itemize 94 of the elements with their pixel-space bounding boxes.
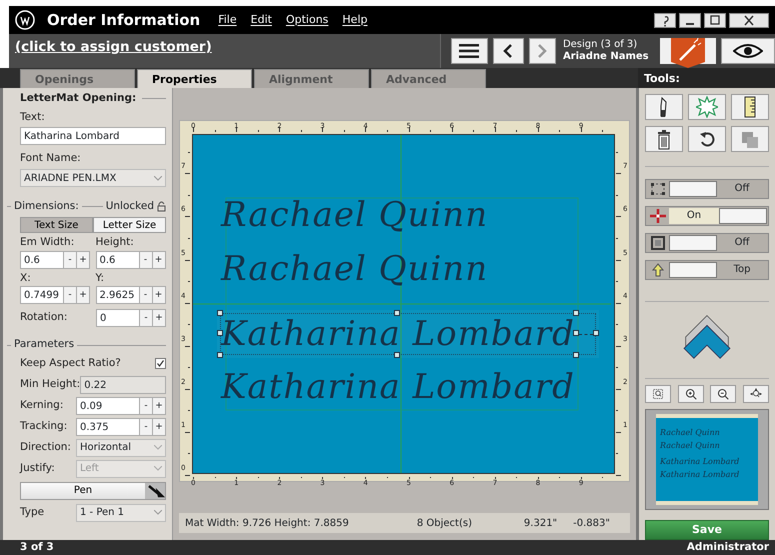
increment-button[interactable]: + [153, 309, 166, 328]
number-field: 0.22 [80, 376, 166, 394]
field-label: Keep Aspect Ratio? [20, 356, 121, 371]
decrement-button[interactable]: - [64, 250, 77, 268]
corners-icon [649, 180, 667, 196]
field-label: Text: [20, 110, 46, 124]
chevron-down-icon [154, 445, 162, 450]
preview-line: Katharina Lombard [660, 469, 740, 482]
pen-button[interactable]: Pen [20, 482, 166, 500]
text-line[interactable]: Katharina Lombard [217, 363, 599, 411]
number-field[interactable]: 0.375 [76, 418, 140, 436]
mat-preview[interactable]: Rachael Quinn Rachael Quinn Katharina Lombard Katharina Lombard [645, 409, 769, 510]
text-field[interactable]: Katharina Lombard [20, 127, 166, 146]
dropdown[interactable]: Horizontal [76, 438, 166, 457]
size-mode-toggle[interactable]: Text Size [20, 216, 93, 233]
cursor-y: -0.883" [573, 516, 610, 530]
number-field[interactable]: 2.9625 [96, 286, 140, 304]
field-label: Direction: [20, 440, 71, 455]
increment-button[interactable]: + [152, 250, 166, 268]
type-dropdown[interactable]: 1 - Pen 1 [76, 504, 166, 522]
field-label: Rotation: [20, 310, 68, 326]
field-label: Tracking: [20, 418, 68, 434]
cursor-x: 9.321" [524, 516, 558, 530]
field-label: Type [20, 504, 44, 520]
crosshair-icon [649, 208, 667, 224]
page-indicator: 3 of 3 [20, 540, 54, 555]
view-button[interactable] [721, 38, 775, 64]
field-label: X: [20, 270, 32, 286]
dropdown: Left [76, 460, 166, 478]
menu-item[interactable]: Options [286, 12, 328, 28]
menu-item[interactable]: Edit [250, 12, 272, 28]
decrement-button[interactable]: - [140, 418, 153, 436]
save-button[interactable]: Save [645, 520, 769, 540]
number-field[interactable]: 0.09 [76, 396, 140, 415]
field-label: Font Name: [20, 151, 82, 166]
eye-icon [733, 43, 764, 59]
decrement-button[interactable]: - [140, 286, 152, 304]
decrement-button[interactable]: - [140, 309, 153, 328]
number-field[interactable]: 0.6 [96, 250, 140, 268]
increment-button[interactable]: + [77, 250, 90, 268]
zoom-out-icon[interactable] [717, 386, 730, 402]
menu-icon [459, 44, 480, 58]
window-title: Order Information [47, 10, 200, 31]
font-dropdown[interactable]: ARIADNE PEN.LMX [20, 169, 166, 187]
chevron-left-icon [503, 44, 514, 58]
zoom-in-icon[interactable] [684, 386, 697, 402]
field-label: Y: [96, 270, 106, 286]
up-arrow-icon [649, 262, 667, 278]
size-mode-toggle[interactable]: Letter Size [93, 216, 166, 233]
menu-item[interactable]: File [218, 12, 237, 28]
increment-button[interactable]: + [153, 396, 166, 415]
field-label: Em Width: [20, 234, 76, 250]
field-label: Kerning: [20, 398, 64, 413]
field-label: Justify: [20, 460, 55, 476]
logo-icon [15, 10, 35, 30]
checkbox[interactable] [155, 358, 166, 370]
pen-tool-button[interactable] [660, 38, 716, 68]
menu-button[interactable] [451, 38, 488, 64]
user-name: Administrator [686, 540, 769, 555]
field-label: Height: [96, 234, 135, 250]
field-label: Min Height: [20, 376, 80, 392]
preview-line: Katharina Lombard [660, 456, 740, 468]
decrement-button[interactable]: - [64, 286, 77, 304]
preview-line: Rachael Quinn [660, 440, 721, 452]
lock-status: Unlocked [106, 199, 154, 214]
chevron-right-icon [537, 44, 548, 58]
panel-title: Tools: [638, 68, 775, 88]
increment-button[interactable]: + [153, 418, 166, 436]
decrement-button[interactable]: - [140, 396, 153, 415]
starburst-icon[interactable] [696, 96, 718, 118]
customer-link[interactable]: (click to assign customer) [9, 34, 218, 68]
section-label: Dimensions: [14, 199, 79, 214]
chevron-down-icon [154, 510, 162, 516]
padlock-icon [157, 201, 166, 212]
section-heading: LetterMat Opening: [20, 91, 136, 106]
dropdown-value: ARIADNE PEN.LMX [24, 172, 116, 186]
object-count: 8 Object(s) [416, 516, 472, 530]
preview-line: Rachael Quinn [660, 427, 721, 440]
pen-icon [145, 482, 165, 499]
chevron-down-icon [154, 176, 162, 180]
menu-item[interactable]: Help [342, 12, 368, 28]
mat-size: Mat Width: 9.726 Height: 7.8859 [185, 516, 349, 530]
design-label: Design (3 of 3) [562, 38, 638, 51]
section-label: Parameters [14, 337, 74, 352]
number-field[interactable]: 0.6 [20, 250, 64, 268]
decrement-button[interactable]: - [140, 250, 152, 268]
number-field[interactable]: 0 [96, 309, 140, 328]
increment-button[interactable]: + [152, 286, 166, 304]
chevron-down-icon [154, 466, 162, 472]
increment-button[interactable]: + [77, 286, 90, 304]
number-field[interactable]: 0.7499 [20, 286, 64, 304]
tab[interactable]: Properties [137, 69, 252, 89]
design-name: Ariadne Names [562, 51, 649, 64]
previous-button[interactable] [492, 38, 524, 64]
